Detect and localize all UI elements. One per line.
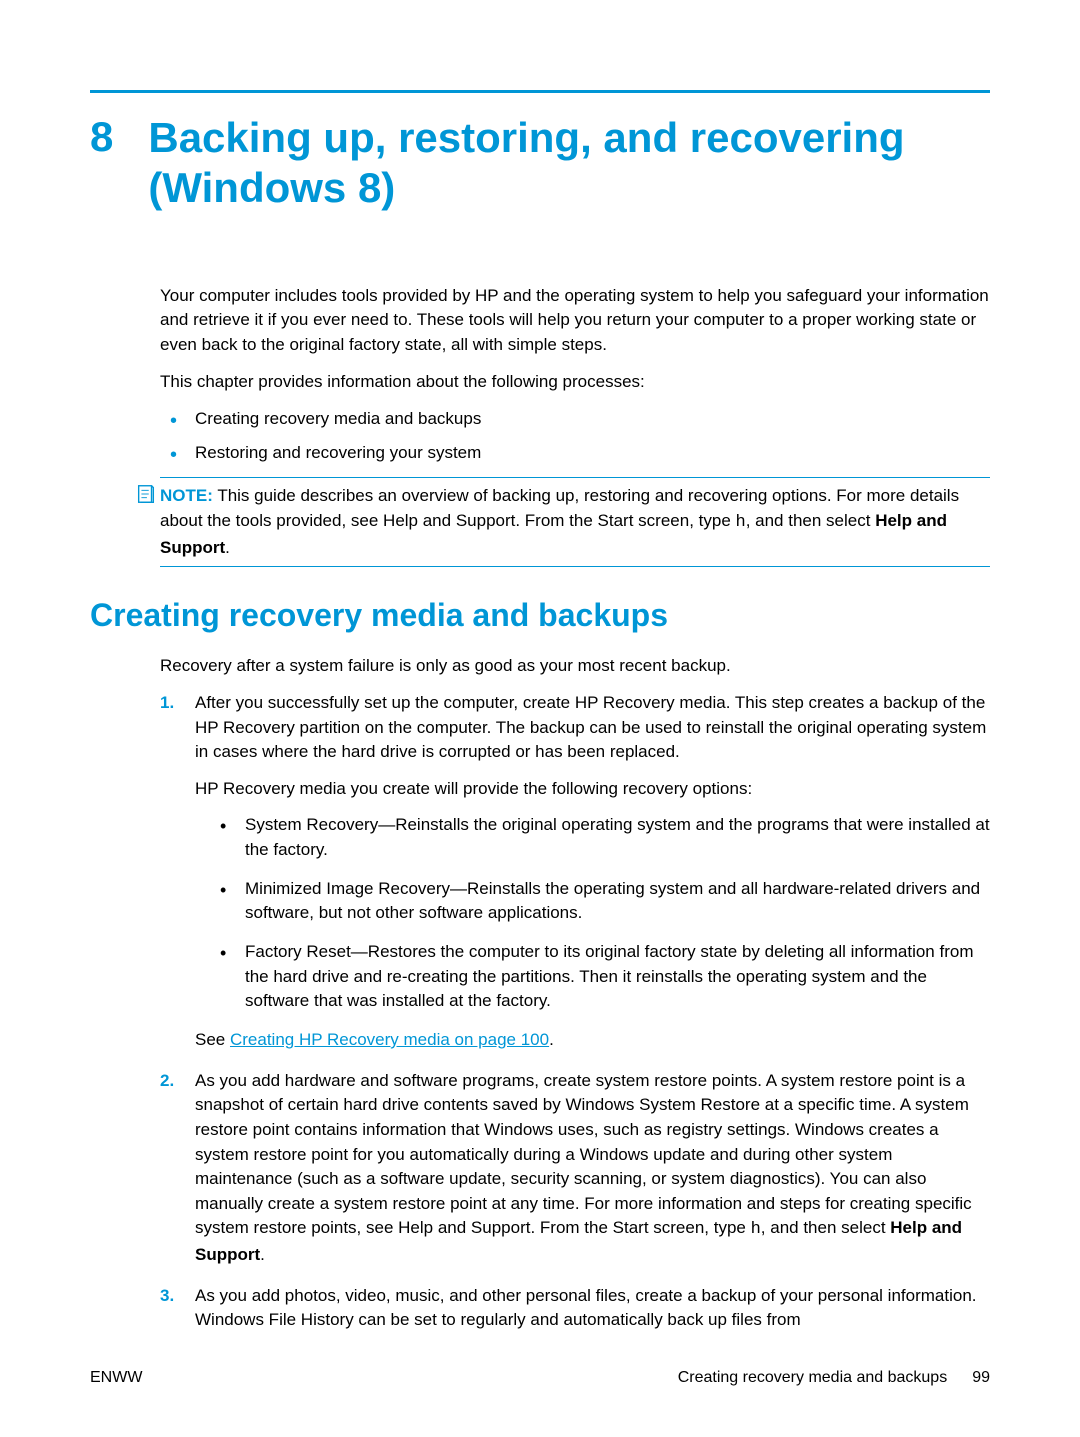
note-text-2: , and then select — [746, 511, 875, 530]
step-number: 3. — [160, 1284, 174, 1309]
numbered-list: 1. After you successfully set up the com… — [160, 691, 990, 1333]
sub-list-item: System Recovery—Reinstalls the original … — [215, 813, 990, 862]
note-icon — [135, 483, 157, 505]
see-text: See — [195, 1030, 230, 1049]
sub-list-item: Factory Reset—Restores the computer to i… — [215, 940, 990, 1014]
note-block: NOTE: This guide describes an overview o… — [160, 477, 990, 567]
step-text: As you add photos, video, music, and oth… — [195, 1286, 977, 1330]
footer-right: Creating recovery media and backups 99 — [678, 1369, 990, 1387]
list-item: Restoring and recovering your system — [160, 440, 990, 466]
sub-bullet-list: System Recovery—Reinstalls the original … — [215, 813, 990, 1013]
note-text-3: . — [225, 538, 230, 557]
section-heading: Creating recovery media and backups — [90, 597, 990, 634]
intro-paragraph-1: Your computer includes tools provided by… — [160, 284, 990, 358]
page-number: 99 — [972, 1369, 990, 1387]
note-label: NOTE: — [160, 486, 213, 505]
recovery-media-link[interactable]: Creating HP Recovery media on page 100 — [230, 1030, 549, 1049]
chapter-title-text: Backing up, restoring, and recovering (W… — [148, 113, 990, 214]
see-dot: . — [549, 1030, 554, 1049]
chapter-title: 8 Backing up, restoring, and recovering … — [90, 113, 990, 214]
sub-list-item: Minimized Image Recovery—Reinstalls the … — [215, 877, 990, 926]
step-text-2: , and then select — [761, 1218, 890, 1237]
list-item-2: 2. As you add hardware and software prog… — [160, 1069, 990, 1268]
chapter-number: 8 — [90, 113, 113, 161]
footer-section-title: Creating recovery media and backups — [678, 1369, 947, 1387]
section-paragraph: Recovery after a system failure is only … — [160, 654, 990, 679]
step-text: After you successfully set up the comput… — [195, 693, 986, 761]
step-number: 1. — [160, 691, 174, 716]
page-footer: ENWW Creating recovery media and backups… — [90, 1369, 990, 1387]
note-text: NOTE: This guide describes an overview o… — [160, 484, 990, 560]
list-item-3: 3. As you add photos, video, music, and … — [160, 1284, 990, 1333]
top-rule — [90, 90, 990, 93]
see-paragraph: See Creating HP Recovery media on page 1… — [195, 1028, 990, 1053]
step-mono: h — [751, 1220, 761, 1239]
document-page: 8 Backing up, restoring, and recovering … — [0, 0, 1080, 1437]
step-text-1: As you add hardware and software program… — [195, 1071, 972, 1238]
note-mono: h — [736, 513, 746, 532]
step-number: 2. — [160, 1069, 174, 1094]
list-item: Creating recovery media and backups — [160, 406, 990, 432]
step-text-3: . — [260, 1245, 265, 1264]
intro-paragraph-2: This chapter provides information about … — [160, 370, 990, 395]
intro-bullet-list: Creating recovery media and backups Rest… — [160, 406, 990, 465]
list-item-1: 1. After you successfully set up the com… — [160, 691, 990, 1053]
step-sub-text: HP Recovery media you create will provid… — [195, 777, 990, 802]
footer-left: ENWW — [90, 1369, 142, 1387]
